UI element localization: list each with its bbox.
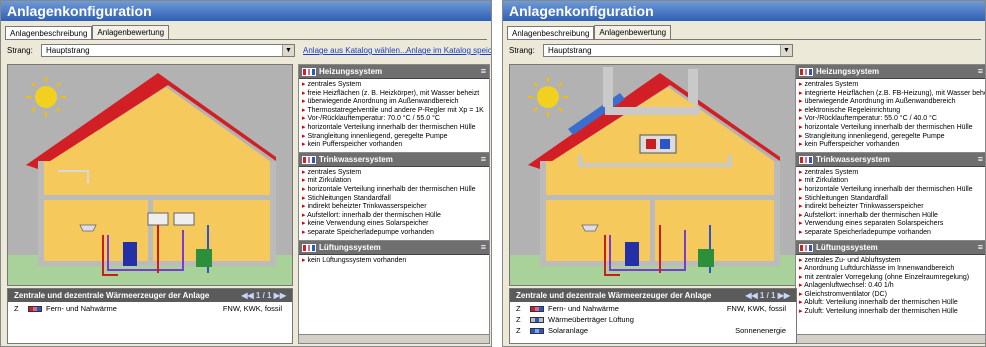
list-item[interactable]: Z Wärmeüberträger Lüftung bbox=[510, 315, 796, 324]
menu-icon[interactable]: ≡ bbox=[481, 66, 486, 76]
window-title: Anlagenkonfiguration bbox=[503, 1, 985, 21]
menu-icon[interactable]: ≡ bbox=[481, 242, 486, 252]
generator-list: Zentrale und dezentrale Wärmeerzeuger de… bbox=[7, 288, 293, 344]
section-trinkwassersystem-header: Trinkwassersystem ≡ bbox=[796, 152, 985, 167]
section-lueftungssystem-body: kein Lüftungssystem vorhanden bbox=[299, 254, 489, 335]
config-window-left: Anlagenkonfiguration Anlagenbeschreibung… bbox=[0, 0, 492, 347]
system-summary-panel: Heizungssystem ≡ zentrales System freie … bbox=[298, 64, 490, 344]
tab-anlagenbeschreibung[interactable]: Anlagenbeschreibung bbox=[5, 26, 93, 40]
system-icon bbox=[799, 68, 814, 76]
window-title: Anlagenkonfiguration bbox=[1, 1, 491, 21]
section-lueftungssystem-body: zentrales Zu- und Abluftsystem Anordnung… bbox=[796, 254, 985, 335]
section-heizungssystem-header: Heizungssystem ≡ bbox=[796, 65, 985, 79]
generator-icon bbox=[530, 305, 544, 312]
generator-list-header: Zentrale und dezentrale Wärmeerzeuger de… bbox=[8, 289, 292, 302]
tab-anlagenbewertung[interactable]: Anlagenbewertung bbox=[92, 25, 170, 39]
chevron-down-icon[interactable]: ▼ bbox=[780, 45, 792, 56]
tab-anlagenbewertung[interactable]: Anlagenbewertung bbox=[594, 25, 672, 39]
list-item[interactable]: Z Fern- und Nahwärme FNW, KWK, fossil bbox=[510, 304, 796, 313]
system-summary-panel: Heizungssystem ≡ zentrales System integr… bbox=[795, 64, 985, 344]
menu-icon[interactable]: ≡ bbox=[978, 154, 983, 164]
generator-list: Zentrale und dezentrale Wärmeerzeuger de… bbox=[509, 288, 797, 344]
house-illustration bbox=[509, 64, 797, 286]
menu-icon[interactable]: ≡ bbox=[481, 154, 486, 164]
config-window-right: Anlagenkonfiguration Anlagenbeschreibung… bbox=[502, 0, 986, 347]
generator-icon bbox=[530, 316, 544, 323]
system-icon bbox=[302, 155, 317, 164]
section-trinkwassersystem-body: zentrales System mit Zirkulation horizon… bbox=[796, 166, 985, 241]
pager[interactable]: ◀◀ 1 / 1 ▶▶ bbox=[241, 291, 286, 300]
generator-icon bbox=[530, 327, 544, 334]
section-trinkwassersystem-body: zentrales System mit Zirkulation horizon… bbox=[299, 166, 489, 241]
system-icon bbox=[799, 243, 814, 252]
catalog-select-link[interactable]: Anlage aus Katalog wählen... bbox=[303, 46, 407, 55]
menu-icon[interactable]: ≡ bbox=[978, 66, 983, 76]
generator-list-header: Zentrale und dezentrale Wärmeerzeuger de… bbox=[510, 289, 796, 302]
strang-label: Strang: bbox=[509, 46, 535, 55]
menu-icon[interactable]: ≡ bbox=[978, 242, 983, 252]
strang-value: Hauptstrang bbox=[46, 46, 90, 55]
strang-label: Strang: bbox=[7, 46, 33, 55]
system-icon bbox=[302, 68, 317, 76]
pager[interactable]: ◀◀ 1 / 1 ▶▶ bbox=[745, 291, 790, 300]
section-trinkwassersystem-header: Trinkwassersystem ≡ bbox=[299, 152, 489, 167]
section-heizungssystem-body: zentrales System freie Heizflächen (z. B… bbox=[299, 79, 489, 153]
house-illustration bbox=[7, 64, 293, 286]
strang-select[interactable]: Hauptstrang ▼ bbox=[41, 44, 295, 57]
chevron-down-icon[interactable]: ▼ bbox=[282, 45, 294, 56]
tab-anlagenbeschreibung[interactable]: Anlagenbeschreibung bbox=[507, 26, 595, 40]
strang-select[interactable]: Hauptstrang ▼ bbox=[543, 44, 793, 57]
strang-value: Hauptstrang bbox=[548, 46, 592, 55]
section-heizungssystem-body: zentrales System integrierte Heizflächen… bbox=[796, 79, 985, 153]
system-icon bbox=[799, 155, 814, 164]
section-lueftungssystem-header: Lüftungssystem ≡ bbox=[796, 240, 985, 255]
list-item[interactable]: Z Solaranlage Sonnenenergie bbox=[510, 326, 796, 335]
section-lueftungssystem-header: Lüftungssystem ≡ bbox=[299, 240, 489, 255]
catalog-save-link[interactable]: Anlage im Katalog speichern... bbox=[406, 46, 491, 55]
list-item[interactable]: Z Fern- und Nahwärme FNW, KWK, fossil bbox=[8, 304, 292, 313]
generator-icon bbox=[28, 305, 42, 312]
system-icon bbox=[302, 243, 317, 252]
section-heizungssystem-header: Heizungssystem ≡ bbox=[299, 65, 489, 79]
